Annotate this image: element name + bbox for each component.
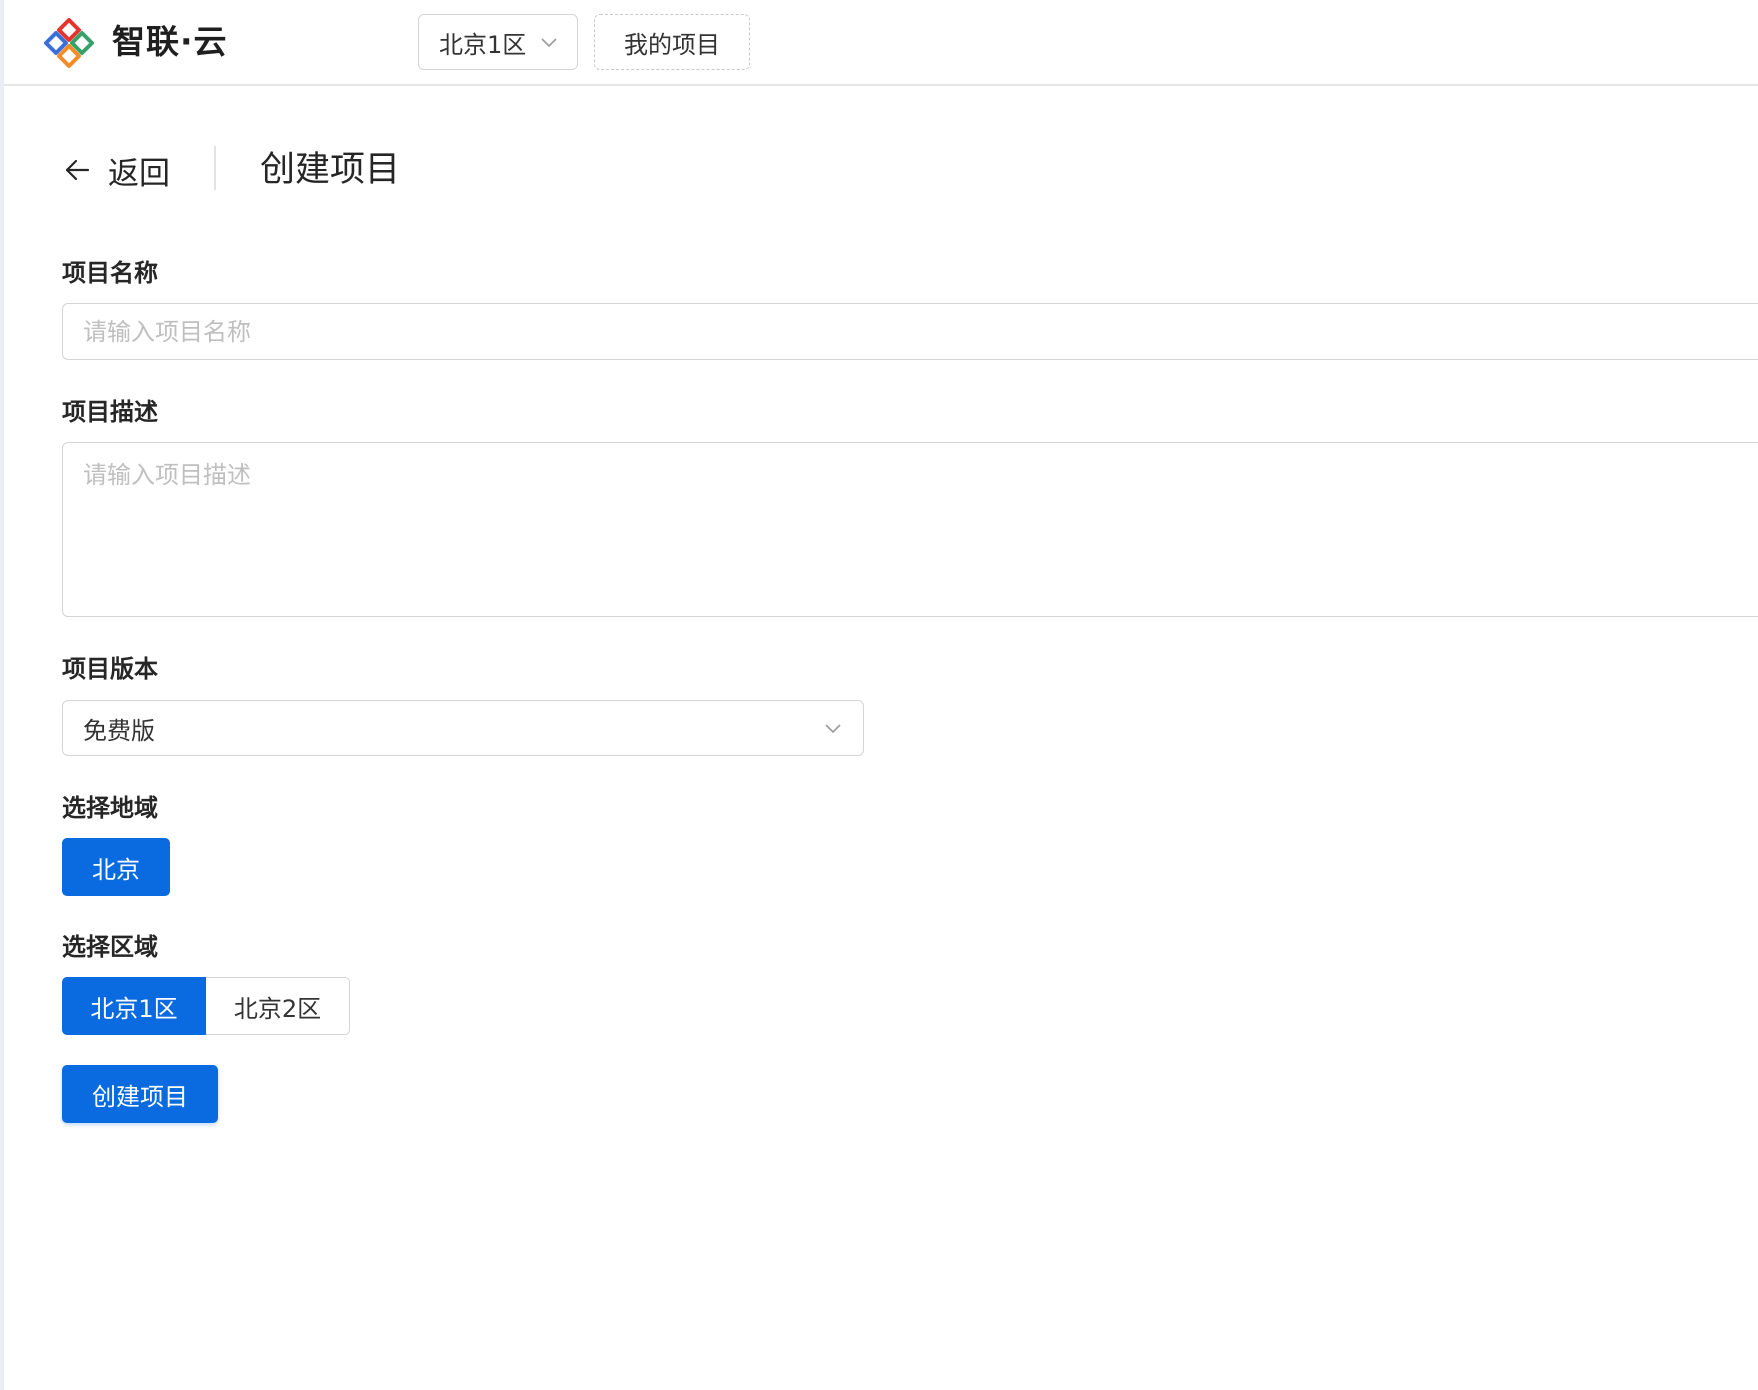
project-description-textarea[interactable] bbox=[62, 442, 1758, 617]
brand-logo-icon bbox=[44, 18, 94, 68]
header-region-select[interactable]: 北京1区 bbox=[418, 14, 578, 70]
project-version-value: 免费版 bbox=[83, 716, 155, 745]
project-name-label: 项目名称 bbox=[62, 259, 158, 287]
project-name-input[interactable] bbox=[62, 303, 1758, 360]
zone-option-beijing-2[interactable]: 北京2区 bbox=[206, 977, 350, 1035]
top-header: 智联·云 北京1区 我的项目 bbox=[4, 0, 1758, 86]
chevron-down-icon bbox=[825, 724, 841, 734]
project-description-label: 项目描述 bbox=[62, 398, 158, 426]
brand-name: 智联·云 bbox=[112, 22, 228, 61]
title-divider bbox=[214, 146, 216, 190]
zone-option-beijing-1[interactable]: 北京1区 bbox=[62, 977, 206, 1035]
back-label: 返回 bbox=[108, 155, 170, 192]
project-version-select[interactable]: 免费版 bbox=[62, 700, 864, 756]
back-button[interactable]: 返回 bbox=[62, 140, 170, 200]
my-projects-button[interactable]: 我的项目 bbox=[594, 14, 750, 70]
region-option-beijing[interactable]: 北京 bbox=[62, 838, 170, 896]
zone-label: 选择区域 bbox=[62, 933, 158, 961]
chevron-down-icon bbox=[541, 38, 557, 48]
page: 智联·云 北京1区 我的项目 返回 创建项目 项目名称 项目描述 项目版本 免费… bbox=[0, 0, 1758, 1390]
arrow-left-icon bbox=[65, 159, 90, 181]
create-project-button[interactable]: 创建项目 bbox=[62, 1065, 218, 1123]
page-title: 创建项目 bbox=[260, 150, 401, 190]
header-region-select-value: 北京1区 bbox=[439, 30, 527, 59]
project-version-label: 项目版本 bbox=[62, 655, 158, 683]
region-label: 选择地域 bbox=[62, 794, 158, 822]
zone-segmented-control: 北京1区 北京2区 bbox=[62, 977, 350, 1035]
